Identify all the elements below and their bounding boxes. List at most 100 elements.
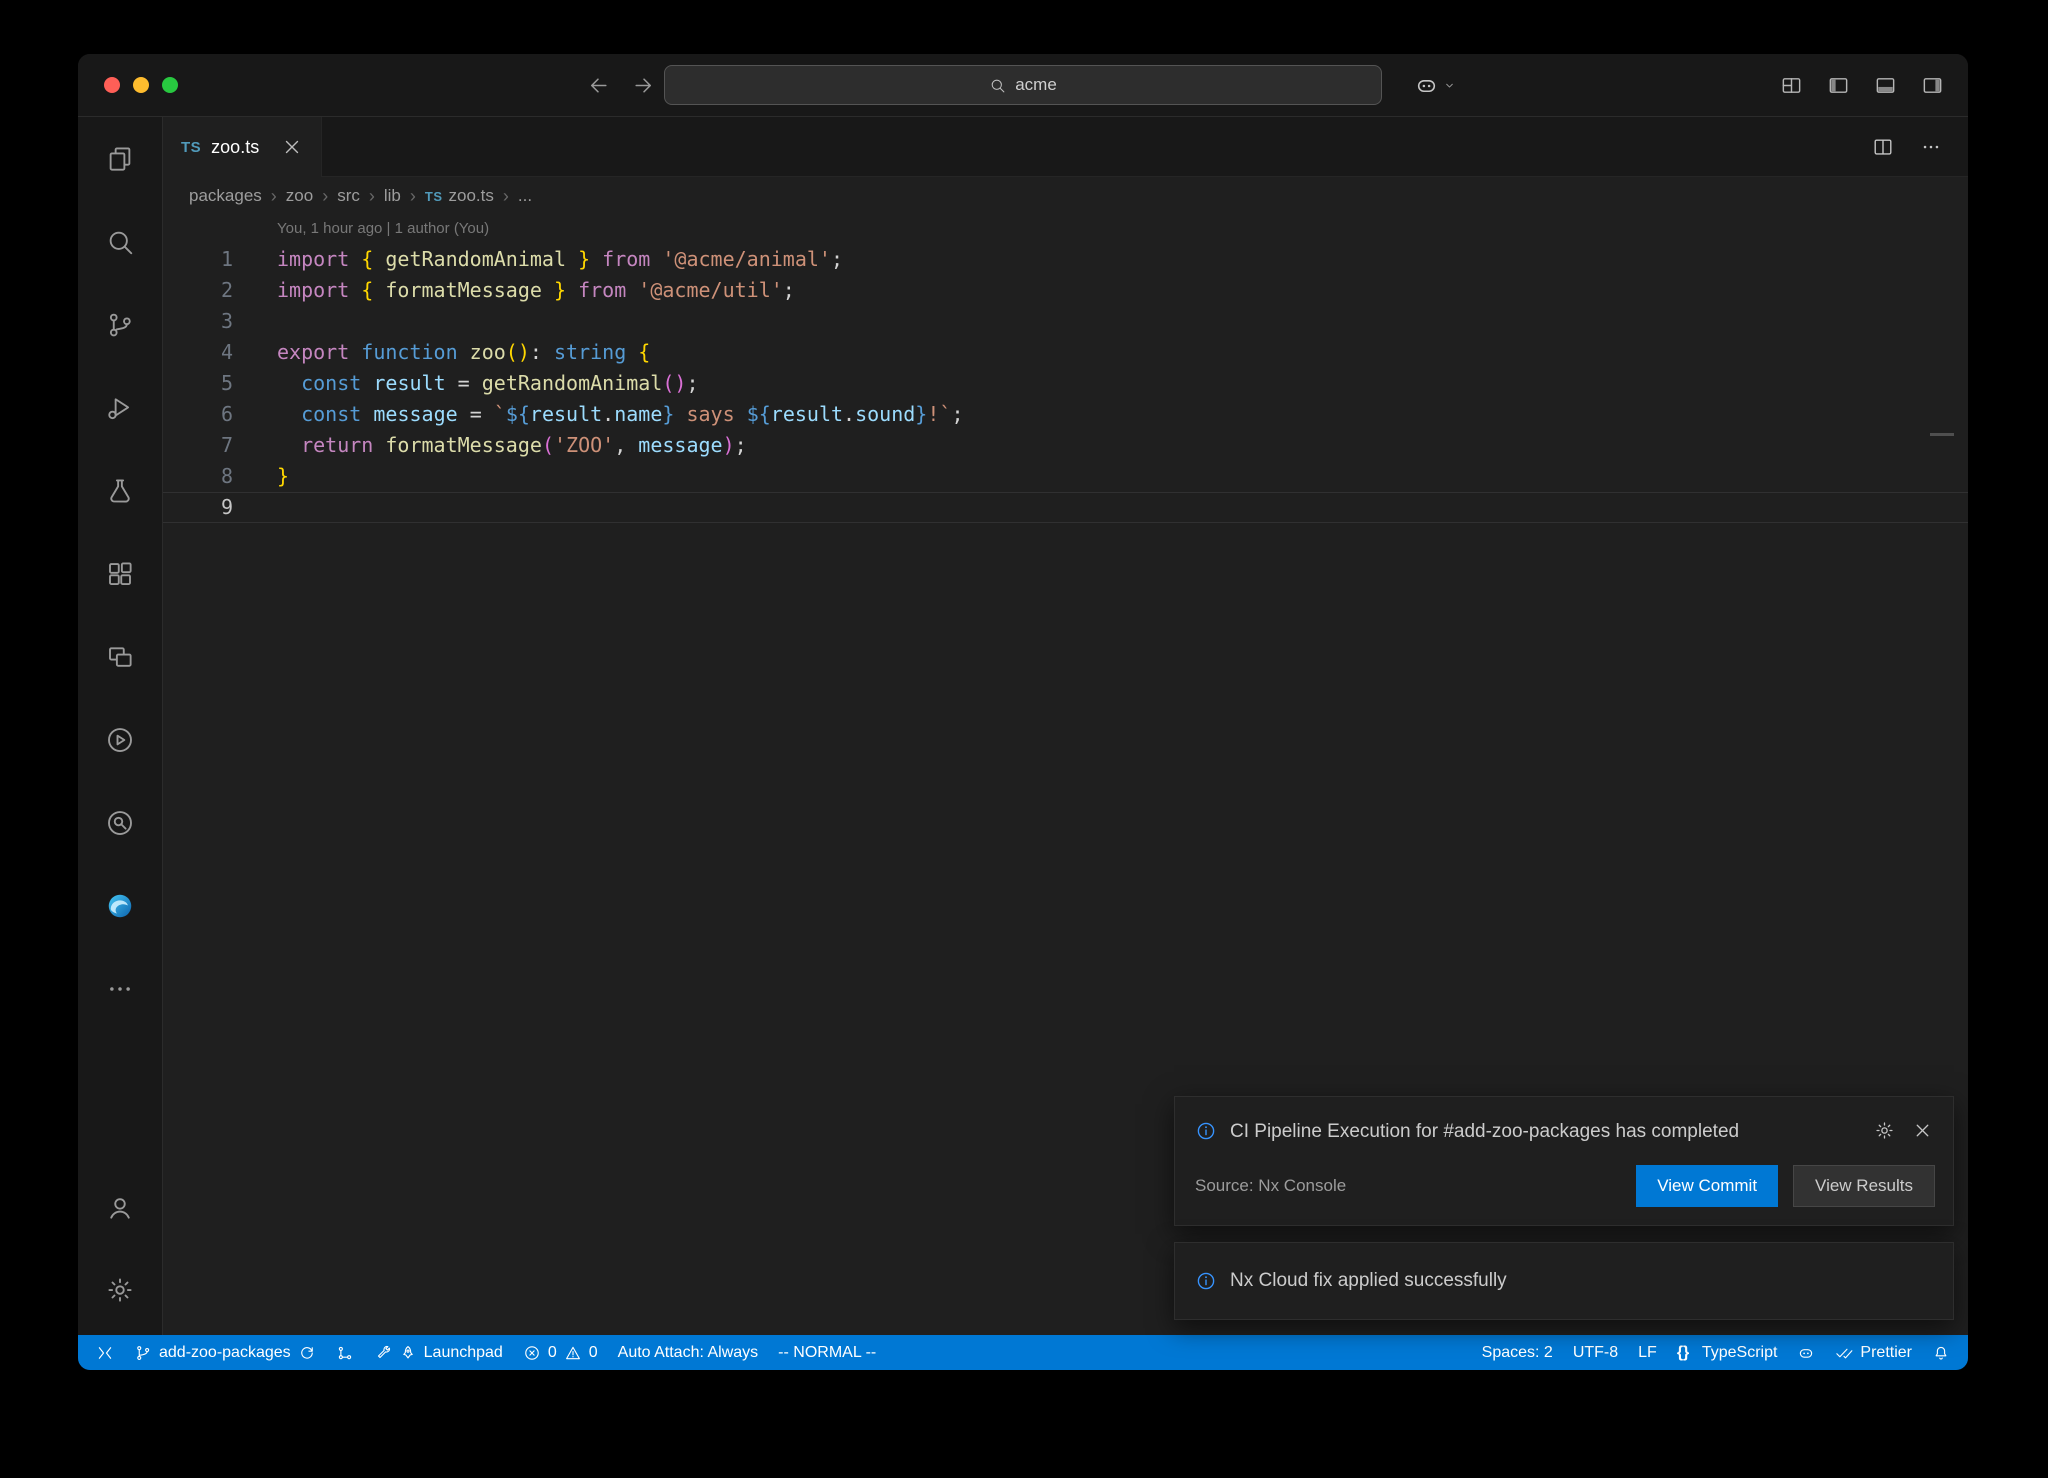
status-eol[interactable]: LF [1628, 1335, 1667, 1370]
status-problems[interactable]: 00 [513, 1335, 608, 1370]
tools-icon [374, 1344, 392, 1362]
back-button[interactable] [586, 73, 611, 98]
line-number[interactable]: 6 [163, 399, 233, 430]
code-line[interactable]: 9 [163, 492, 1968, 523]
status-bar-left: add-zoo-packages Launchpad 00Auto Attach: … [86, 1335, 886, 1370]
close-window-button[interactable] [104, 77, 120, 93]
activity-item-search[interactable] [78, 200, 163, 283]
notification-close-icon[interactable] [1912, 1120, 1933, 1141]
breadcrumb-label: src [337, 186, 360, 206]
status-label: add-zoo-packages [159, 1344, 291, 1362]
code-area: 1import { getRandomAnimal } from '@acme/… [163, 244, 1968, 523]
breadcrumb-item-lib[interactable]: lib [384, 186, 401, 206]
customize-layout-button[interactable] [1780, 74, 1803, 97]
activity-item-extensions[interactable] [78, 532, 163, 615]
breadcrumb-separator: › [322, 186, 328, 207]
activity-item-account[interactable] [78, 1165, 163, 1248]
line-number[interactable]: 9 [163, 492, 233, 523]
activity-item-settings[interactable] [78, 1248, 163, 1331]
tab-close-icon[interactable] [281, 136, 303, 158]
code-line[interactable]: 6 const message = `${result.name} says $… [163, 399, 1968, 430]
graph-icon [336, 1344, 354, 1362]
git-blame-lens[interactable]: You, 1 hour ago | 1 author (You) [277, 220, 489, 237]
notification-actions [1874, 1117, 1933, 1141]
status-source-control-graph[interactable] [326, 1335, 364, 1370]
status-indentation[interactable]: Spaces: 2 [1472, 1335, 1563, 1370]
activity-item-nx-console[interactable] [78, 698, 163, 781]
status-encoding[interactable]: UTF-8 [1563, 1335, 1628, 1370]
toggle-panel-button[interactable] [1874, 74, 1897, 97]
breadcrumb-item-zoo[interactable]: zoo [286, 186, 313, 206]
line-number[interactable]: 8 [163, 461, 233, 492]
copilot-menu[interactable] [1414, 54, 1457, 116]
breadcrumb-label: lib [384, 186, 401, 206]
tab-bar: TS zoo.ts [163, 117, 1968, 177]
code-line[interactable]: 5 const result = getRandomAnimal(); [163, 368, 1968, 399]
tab-zoo-ts[interactable]: TS zoo.ts [163, 117, 322, 177]
code-line[interactable]: 7 return formatMessage('ZOO', message); [163, 430, 1968, 461]
breadcrumb-item--[interactable]: ... [518, 186, 532, 206]
status-formatter[interactable]: Prettier [1825, 1335, 1922, 1370]
more-actions-button[interactable] [1920, 136, 1942, 158]
notification-message: CI Pipeline Execution for #add-zoo-packa… [1230, 1117, 1765, 1147]
files-icon [105, 144, 135, 174]
code-line[interactable]: 4export function zoo(): string { [163, 337, 1968, 368]
status-language-mode[interactable]: {}TypeScript [1667, 1335, 1788, 1370]
toggle-sidebar-left-button[interactable] [1827, 74, 1850, 97]
line-number[interactable]: 5 [163, 368, 233, 399]
status-notifications-bell[interactable] [1922, 1335, 1960, 1370]
breadcrumb-item-src[interactable]: src [337, 186, 360, 206]
vscode-window: acme TS zoo.ts packages›zoo›src›lib› [78, 54, 1968, 1370]
status-label: Spaces: 2 [1482, 1344, 1553, 1362]
toggle-sidebar-right-button[interactable] [1921, 74, 1944, 97]
status-vim-mode[interactable]: -- NORMAL -- [768, 1335, 886, 1370]
view-commit-button[interactable]: View Commit [1636, 1165, 1778, 1207]
status-auto-attach[interactable]: Auto Attach: Always [608, 1335, 769, 1370]
status-label: -- NORMAL -- [778, 1344, 876, 1362]
split-editor-button[interactable] [1872, 136, 1894, 158]
breadcrumb-item-packages[interactable]: packages [189, 186, 262, 206]
activity-item-remote-explorer[interactable] [78, 615, 163, 698]
edge-tools-icon [105, 891, 135, 921]
activity-item-more[interactable] [78, 947, 163, 1030]
warning-icon [564, 1344, 582, 1362]
breadcrumb-label: packages [189, 186, 262, 206]
status-launchpad[interactable]: Launchpad [364, 1335, 513, 1370]
line-number[interactable]: 3 [163, 306, 233, 337]
line-number[interactable]: 7 [163, 430, 233, 461]
status-copilot-status[interactable] [1787, 1335, 1825, 1370]
code-line[interactable]: 3 [163, 306, 1968, 337]
forward-button[interactable] [631, 73, 656, 98]
code-line[interactable]: 1import { getRandomAnimal } from '@acme/… [163, 244, 1968, 275]
minimize-window-button[interactable] [133, 77, 149, 93]
title-bar: acme [78, 54, 1968, 117]
status-git-branch[interactable]: add-zoo-packages [124, 1335, 326, 1370]
zoom-window-button[interactable] [162, 77, 178, 93]
code-text: const result = getRandomAnimal(); [277, 368, 699, 399]
notification-settings-gear-icon[interactable] [1874, 1120, 1895, 1141]
search-icon [105, 227, 135, 257]
line-number[interactable]: 2 [163, 275, 233, 306]
line-number[interactable]: 1 [163, 244, 233, 275]
code-line[interactable]: 2import { formatMessage } from '@acme/ut… [163, 275, 1968, 306]
activity-item-source-control[interactable] [78, 283, 163, 366]
activity-item-testing[interactable] [78, 449, 163, 532]
status-bar: add-zoo-packages Launchpad 00Auto Attach: … [78, 1335, 1968, 1370]
status-remote-indicator[interactable] [86, 1335, 124, 1370]
activity-item-files[interactable] [78, 117, 163, 200]
activity-item-nx-cloud[interactable] [78, 781, 163, 864]
activity-bar [78, 117, 163, 1335]
remote-icon [96, 1344, 114, 1362]
copilot-icon [1414, 73, 1439, 98]
command-center-search[interactable]: acme [664, 65, 1382, 105]
line-number[interactable]: 4 [163, 337, 233, 368]
view-results-button[interactable]: View Results [1793, 1165, 1935, 1207]
status-label: TypeScript [1702, 1344, 1778, 1362]
activity-item-edge-tools[interactable] [78, 864, 163, 947]
code-line[interactable]: 8} [163, 461, 1968, 492]
breadcrumb-item-zoo-ts[interactable]: TSzoo.ts [425, 186, 494, 206]
editor-actions [1872, 117, 1968, 177]
status-label: Launchpad [424, 1344, 503, 1362]
rocket-icon [399, 1344, 417, 1362]
activity-item-run-debug[interactable] [78, 366, 163, 449]
